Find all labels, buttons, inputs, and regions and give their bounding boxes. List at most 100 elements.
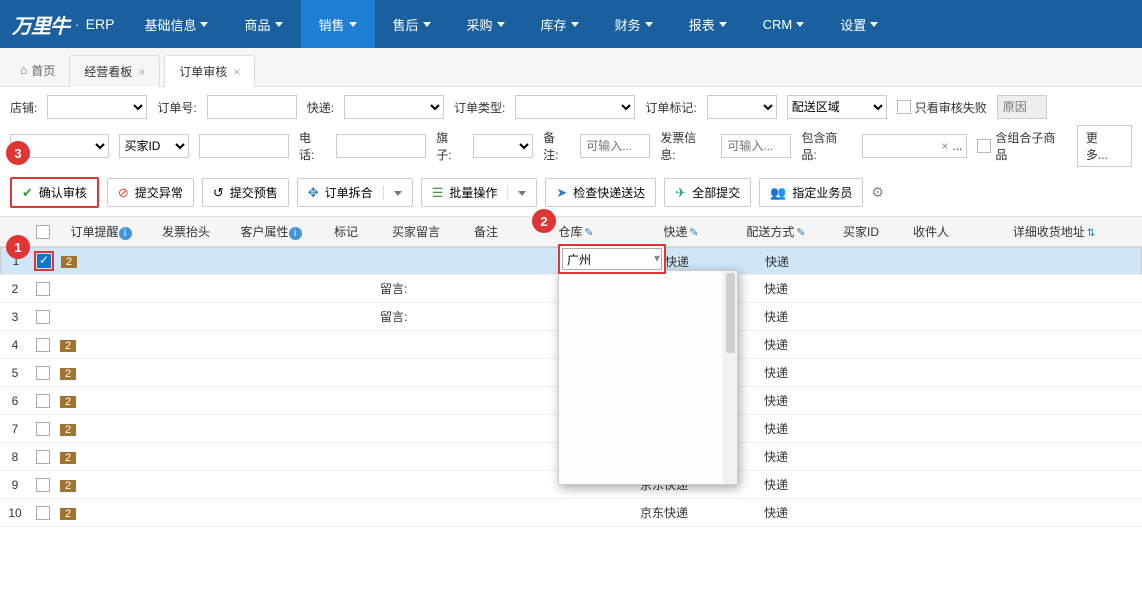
- row-checkbox-cell[interactable]: [30, 365, 56, 380]
- row-number: 9: [0, 478, 30, 492]
- remind-badge: 2: [60, 396, 76, 408]
- nav-item[interactable]: 售后: [375, 0, 449, 48]
- info-icon[interactable]: i: [119, 227, 132, 240]
- incsub-wrap[interactable]: 含组合子商品: [977, 129, 1067, 163]
- row-checkbox-cell[interactable]: [30, 393, 56, 408]
- submit-exception-button[interactable]: ⊘提交异常: [107, 178, 194, 207]
- warehouse-dropdown-list[interactable]: [558, 270, 738, 485]
- pencil-icon[interactable]: ✎: [584, 227, 593, 239]
- pencil-icon[interactable]: ✎: [689, 227, 698, 239]
- row-checkbox-cell[interactable]: [30, 477, 56, 492]
- row-checkbox-cell[interactable]: [31, 254, 57, 269]
- nav-item[interactable]: CRM: [745, 0, 823, 48]
- info-icon[interactable]: i: [289, 227, 302, 240]
- ordertype-select[interactable]: [515, 95, 635, 119]
- chevron-down-icon[interactable]: [507, 186, 526, 200]
- gear-icon[interactable]: ⚙: [871, 184, 884, 201]
- incgoods-more[interactable]: ...: [952, 139, 962, 153]
- scroll-thumb[interactable]: [726, 273, 735, 353]
- nav-item[interactable]: 设置: [822, 0, 896, 48]
- th-receiver[interactable]: 收件人: [896, 223, 966, 240]
- close-icon[interactable]: ×: [138, 65, 145, 79]
- only-fail-wrap[interactable]: 只看审核失败: [897, 99, 987, 116]
- clear-icon[interactable]: ×: [941, 139, 948, 153]
- th-note[interactable]: 备注: [456, 223, 516, 240]
- th-cust-attr[interactable]: 客户属性i: [226, 223, 316, 240]
- flag-select[interactable]: [473, 134, 533, 158]
- th-express[interactable]: 快递✎: [636, 223, 726, 240]
- row-checkbox[interactable]: [36, 366, 50, 380]
- more-button[interactable]: 更 多...: [1077, 125, 1132, 167]
- buyerid-input[interactable]: [199, 134, 289, 158]
- th-checkbox[interactable]: [30, 224, 56, 239]
- store-select[interactable]: [47, 95, 147, 119]
- chevron-down-icon: [423, 22, 431, 27]
- nav-item[interactable]: 商品: [226, 0, 300, 48]
- incgoods-input[interactable]: [867, 136, 937, 156]
- filters: 3 店铺: 订单号: 快递: 订单类型: 订单标记: 配送区域 只看审核失败 买…: [0, 87, 1142, 171]
- ordertype-label: 订单类型:: [454, 99, 505, 116]
- express-select[interactable]: [344, 95, 444, 119]
- incsub-checkbox[interactable]: [977, 139, 991, 153]
- nav-item[interactable]: 采购: [449, 0, 523, 48]
- split-merge-button[interactable]: ✥订单拆合: [297, 178, 413, 207]
- row-checkbox-cell[interactable]: [30, 337, 56, 352]
- row-checkbox[interactable]: [36, 422, 50, 436]
- page-tab[interactable]: 订单审核×: [164, 55, 255, 87]
- warehouse-options[interactable]: [559, 271, 723, 484]
- row-checkbox-cell[interactable]: [30, 421, 56, 436]
- nav-item[interactable]: 基础信息: [126, 0, 226, 48]
- nav-item[interactable]: 销售: [301, 0, 375, 48]
- pencil-icon[interactable]: ✎: [796, 227, 805, 239]
- submit-all-button[interactable]: ✈全部提交: [664, 178, 751, 207]
- warehouse-dropdown-input[interactable]: [562, 248, 662, 270]
- delivery-area-select[interactable]: 配送区域: [787, 95, 887, 119]
- buyerid-select[interactable]: 买家ID: [119, 134, 189, 158]
- assign-button[interactable]: 👥指定业务员: [759, 178, 863, 207]
- page-tab[interactable]: 经营看板×: [69, 55, 160, 87]
- ordertag-select[interactable]: [707, 95, 777, 119]
- th-buyer-msg[interactable]: 买家留言: [376, 223, 456, 240]
- sort-icon[interactable]: ⇅: [1087, 228, 1095, 239]
- row-checkbox-cell[interactable]: [30, 505, 56, 520]
- row-checkbox[interactable]: [36, 450, 50, 464]
- th-ship-method[interactable]: 配送方式✎: [726, 223, 826, 240]
- row-checkbox-cell[interactable]: [30, 281, 56, 296]
- confirm-audit-button[interactable]: ✔确认审核: [10, 177, 99, 208]
- row-checkbox[interactable]: [36, 394, 50, 408]
- row-number: 2: [0, 282, 30, 296]
- row-checkbox[interactable]: [36, 338, 50, 352]
- close-icon[interactable]: ×: [233, 65, 240, 79]
- th-address[interactable]: 详细收货地址⇅: [966, 223, 1142, 240]
- row-checkbox-cell[interactable]: [30, 309, 56, 324]
- home-tab[interactable]: ⌂ 首页: [10, 56, 65, 85]
- row-checkbox[interactable]: [36, 478, 50, 492]
- submit-presale-button[interactable]: ↺提交预售: [202, 178, 289, 207]
- orderno-input[interactable]: [207, 95, 297, 119]
- note-input[interactable]: [580, 134, 650, 158]
- only-fail-checkbox[interactable]: [897, 100, 911, 114]
- select-all-checkbox[interactable]: [36, 225, 50, 239]
- row-checkbox[interactable]: [36, 282, 50, 296]
- row-checkbox[interactable]: [36, 506, 50, 520]
- batch-button[interactable]: ☰批量操作: [421, 178, 538, 207]
- invoice-input[interactable]: [721, 134, 791, 158]
- chevron-down-icon[interactable]: [383, 186, 402, 200]
- row-msg: 留言:: [376, 308, 456, 325]
- th-order-remind[interactable]: 订单提醒i: [56, 223, 146, 240]
- table-row[interactable]: 102京东快递快递: [0, 499, 1142, 527]
- th-invoice[interactable]: 发票抬头: [146, 223, 226, 240]
- nav-item[interactable]: 财务: [597, 0, 671, 48]
- nav-item[interactable]: 库存: [523, 0, 597, 48]
- row-checkbox[interactable]: [36, 310, 50, 324]
- th-buyer-id[interactable]: 买家ID: [826, 223, 896, 240]
- th-mark[interactable]: 标记: [316, 223, 376, 240]
- phone-input[interactable]: [336, 134, 426, 158]
- check-delivery-button[interactable]: ➤检查快递送达: [545, 178, 656, 207]
- row-checkbox[interactable]: [37, 254, 51, 268]
- nav-item[interactable]: 报表: [671, 0, 745, 48]
- warehouse-dropdown[interactable]: ▾: [558, 244, 666, 274]
- row-ship: 快递: [726, 448, 826, 465]
- scrollbar[interactable]: [723, 271, 737, 484]
- row-checkbox-cell[interactable]: [30, 449, 56, 464]
